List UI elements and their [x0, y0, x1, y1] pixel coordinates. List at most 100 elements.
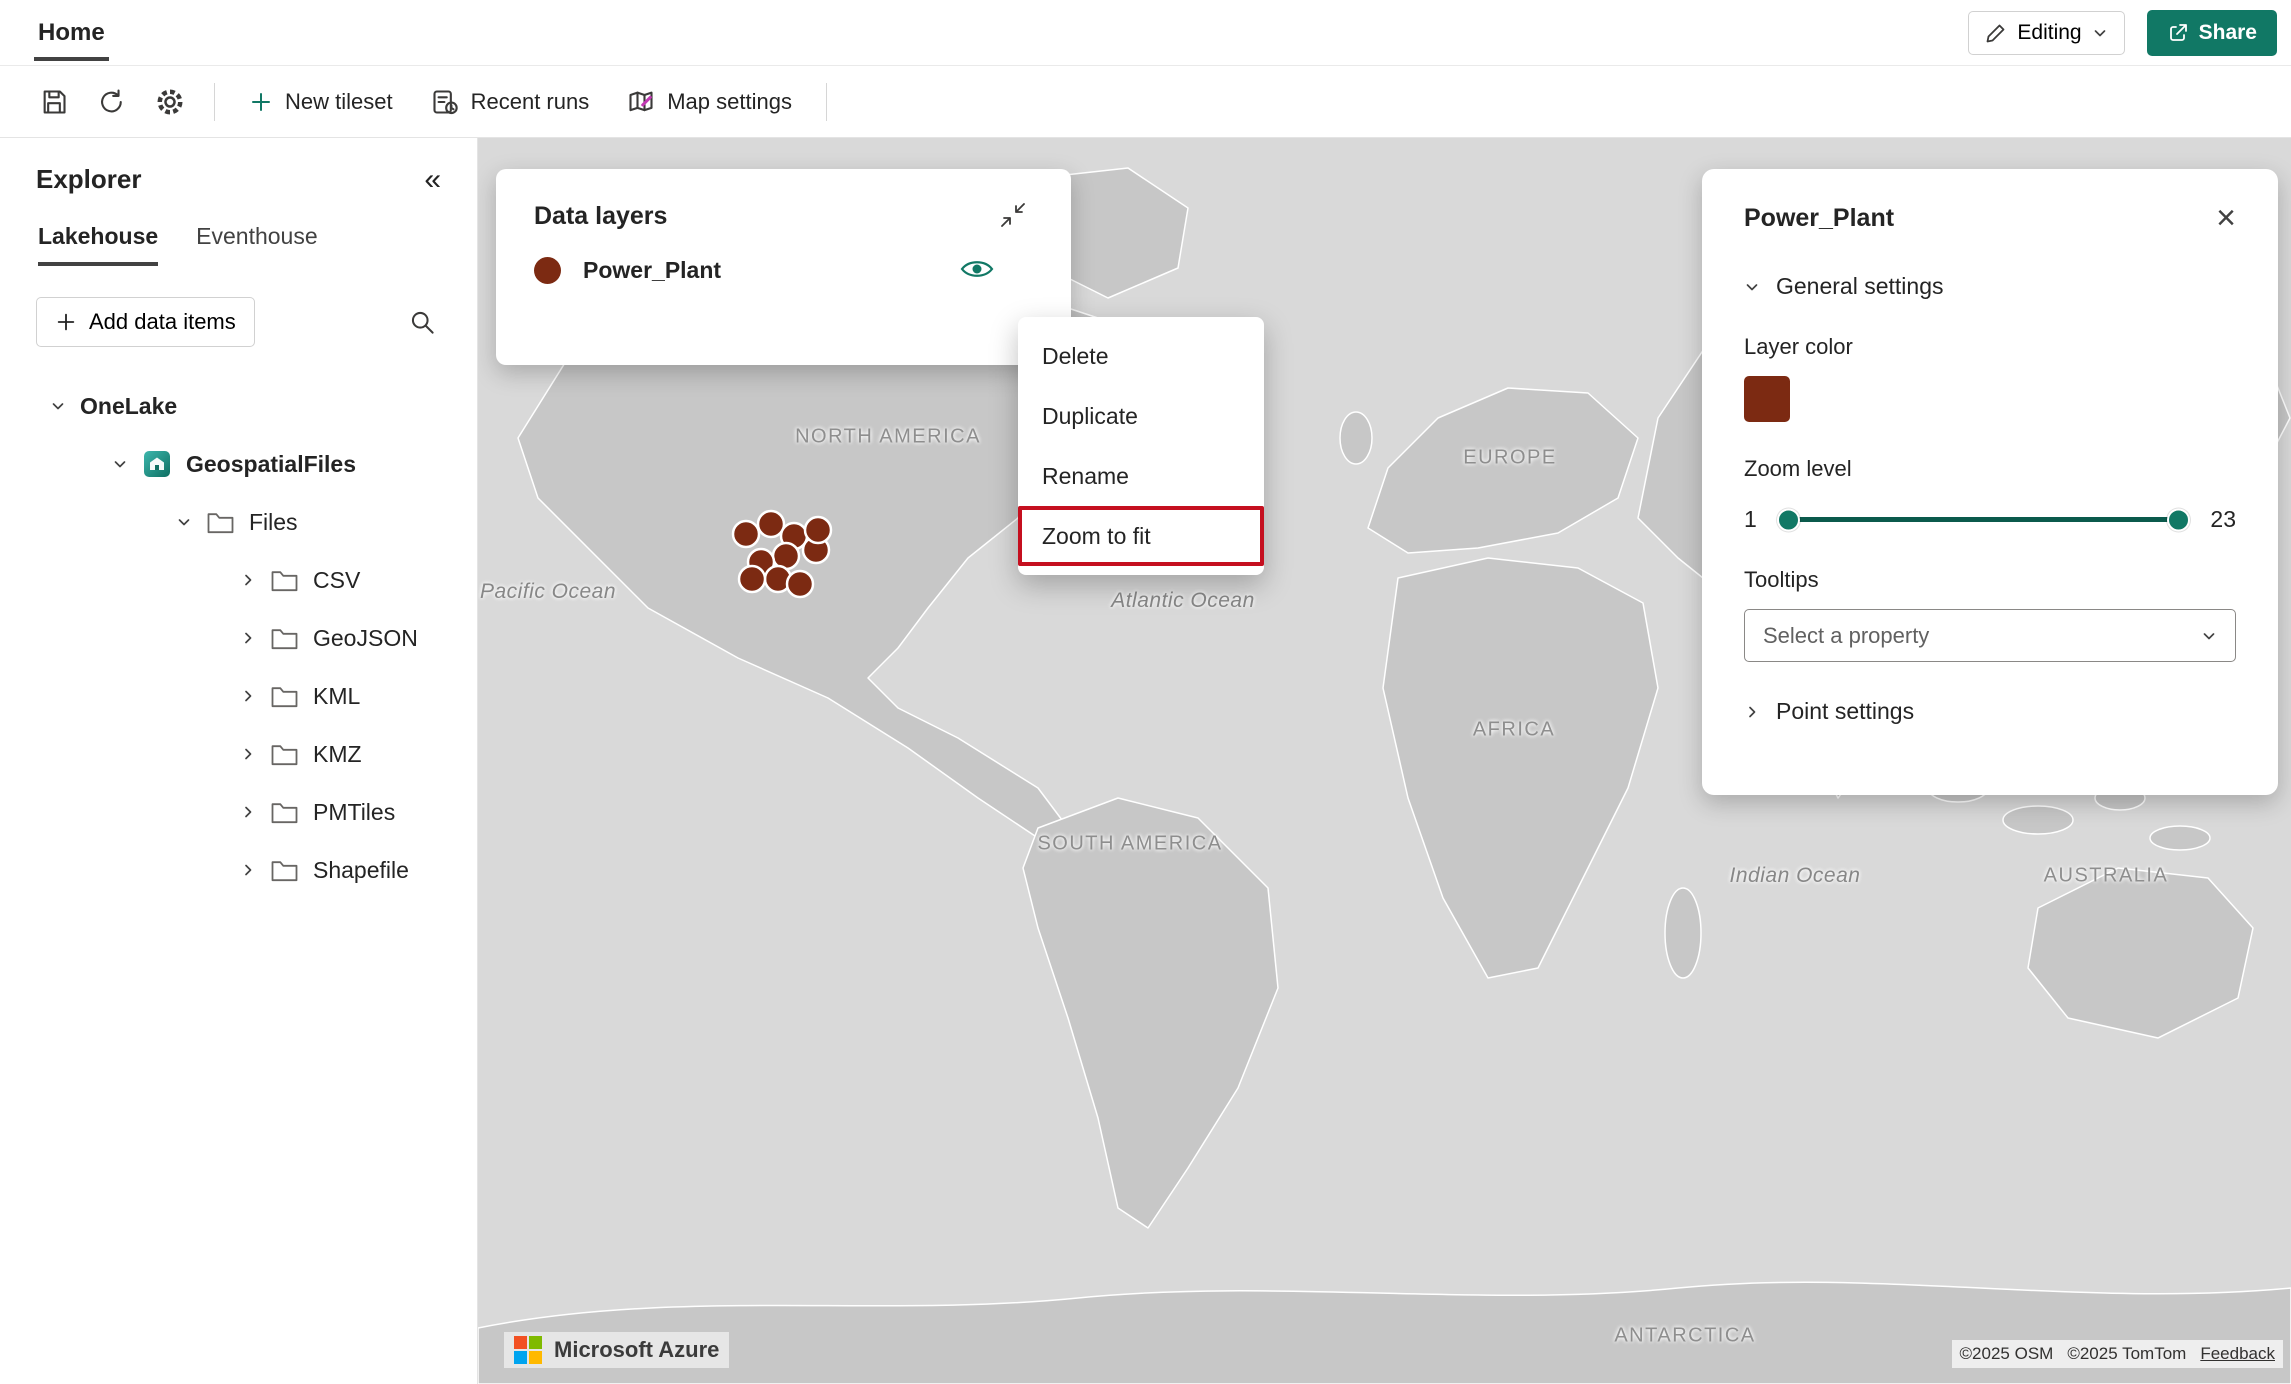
- menu-item-zoom-to-fit[interactable]: Zoom to fit: [1018, 506, 1264, 566]
- layer-list-item[interactable]: Power_Plant: [496, 255, 1071, 285]
- add-data-items-label: Add data items: [89, 309, 236, 335]
- explorer-tabs: Lakehouse Eventhouse: [0, 223, 477, 267]
- slider-thumb-min[interactable]: [1777, 508, 1800, 531]
- osm-attribution: ©2025 OSM: [1960, 1344, 2054, 1364]
- tab-home[interactable]: Home: [34, 5, 109, 61]
- new-tileset-label: New tileset: [285, 89, 393, 115]
- slider-track[interactable]: [1783, 517, 2185, 522]
- tree-item-geojson[interactable]: GeoJSON: [0, 609, 477, 667]
- chevron-right-icon: [1744, 704, 1760, 720]
- tree-label: OneLake: [80, 393, 177, 420]
- search-icon: [409, 309, 436, 336]
- recent-runs-label: Recent runs: [471, 89, 590, 115]
- tree-item-csv[interactable]: CSV: [0, 551, 477, 609]
- folder-icon: [270, 568, 299, 592]
- zoom-min-value: 1: [1744, 506, 1757, 533]
- chevron-down-icon: [176, 514, 192, 530]
- collapse-diagonal-icon: [999, 201, 1027, 229]
- editing-label: Editing: [2017, 21, 2081, 45]
- lakehouse-icon: [142, 449, 172, 479]
- map-label-south-america: SOUTH AMERICA: [1037, 833, 1222, 856]
- general-settings-section[interactable]: General settings: [1744, 273, 2236, 300]
- map-attribution: ©2025 OSM ©2025 TomTom Feedback: [1952, 1340, 2283, 1368]
- folder-icon: [270, 742, 299, 766]
- tooltips-property-select[interactable]: Select a property: [1744, 609, 2236, 662]
- tree-item-geospatialfiles[interactable]: GeospatialFiles: [0, 435, 477, 493]
- tree-label: CSV: [313, 567, 360, 594]
- feedback-link[interactable]: Feedback: [2200, 1344, 2275, 1364]
- folder-icon: [270, 858, 299, 882]
- save-button[interactable]: [28, 78, 80, 126]
- recent-runs-icon: [431, 88, 459, 116]
- chevron-down-icon: [1744, 279, 1760, 295]
- minimize-panel-button[interactable]: [993, 199, 1033, 233]
- tree-label: GeoJSON: [313, 625, 418, 652]
- explorer-sidebar: Explorer « Lakehouse Eventhouse Add data…: [0, 138, 478, 1384]
- close-icon[interactable]: ×: [2216, 201, 2236, 235]
- tree-label: KMZ: [313, 741, 362, 768]
- zoom-level-slider: 1 23: [1744, 506, 2236, 533]
- share-icon: [2167, 22, 2189, 44]
- map-canvas[interactable]: NORTH AMERICA Pacific Ocean Atlantic Oce…: [478, 138, 2291, 1384]
- tree-item-files[interactable]: Files: [0, 493, 477, 551]
- refresh-button[interactable]: [86, 78, 138, 126]
- menu-item-rename[interactable]: Rename: [1018, 446, 1264, 506]
- new-tileset-button[interactable]: New tileset: [233, 78, 409, 126]
- map-settings-icon: [627, 88, 655, 116]
- recent-runs-button[interactable]: Recent runs: [415, 78, 606, 126]
- layer-color-picker[interactable]: [1744, 376, 1790, 422]
- title-bar: Home Editing Share: [0, 0, 2291, 66]
- tree-item-onelake[interactable]: OneLake: [0, 377, 477, 435]
- tomtom-attribution: ©2025 TomTom: [2067, 1344, 2186, 1364]
- map-settings-button[interactable]: Map settings: [611, 78, 808, 126]
- menu-item-duplicate[interactable]: Duplicate: [1018, 386, 1264, 446]
- menu-item-delete[interactable]: Delete: [1018, 326, 1264, 386]
- collapse-sidebar-icon[interactable]: «: [424, 165, 441, 195]
- azure-logo-text: Microsoft Azure: [554, 1337, 719, 1363]
- plus-icon: [55, 311, 77, 333]
- add-data-items-button[interactable]: Add data items: [36, 297, 255, 347]
- chevron-right-icon: [240, 804, 256, 820]
- data-layers-panel: Data layers Power_Plant: [496, 169, 1071, 365]
- eye-icon: [959, 256, 995, 282]
- settings-button[interactable]: [144, 78, 196, 126]
- chevron-right-icon: [240, 862, 256, 878]
- properties-title: Power_Plant: [1744, 204, 1894, 233]
- chevron-down-icon: [2201, 628, 2217, 644]
- toolbar: New tileset Recent runs Map settings: [0, 66, 2291, 138]
- editing-mode-button[interactable]: Editing: [1968, 11, 2124, 55]
- layer-visibility-toggle[interactable]: [957, 255, 997, 285]
- map-label-europe: EUROPE: [1463, 447, 1556, 470]
- plus-icon: [249, 90, 273, 114]
- chevron-down-icon: [50, 398, 66, 414]
- tree-item-kmz[interactable]: KMZ: [0, 725, 477, 783]
- chevron-right-icon: [240, 572, 256, 588]
- file-tree: OneLake GeospatialFiles: [0, 377, 477, 899]
- search-button[interactable]: [397, 297, 447, 347]
- pencil-icon: [1985, 22, 2007, 44]
- gear-icon: [155, 87, 185, 117]
- tree-label: PMTiles: [313, 799, 395, 826]
- tree-item-pmtiles[interactable]: PMTiles: [0, 783, 477, 841]
- point-settings-section[interactable]: Point settings: [1744, 698, 2236, 725]
- slider-thumb-max[interactable]: [2167, 508, 2190, 531]
- titlebar-actions: Editing Share: [1968, 10, 2277, 56]
- chevron-down-icon: [2092, 25, 2108, 41]
- map-label-australia: AUSTRALIA: [2044, 865, 2169, 888]
- share-button[interactable]: Share: [2147, 10, 2277, 56]
- tooltips-placeholder: Select a property: [1763, 623, 1929, 649]
- folder-icon: [270, 684, 299, 708]
- tree-label: GeospatialFiles: [186, 451, 356, 478]
- tree-item-shapefile[interactable]: Shapefile: [0, 841, 477, 899]
- map-label-atlantic-ocean: Atlantic Ocean: [1111, 589, 1255, 613]
- data-layers-title: Data layers: [534, 202, 667, 231]
- tab-eventhouse[interactable]: Eventhouse: [196, 223, 317, 266]
- chevron-right-icon: [240, 688, 256, 704]
- map-label-north-america: NORTH AMERICA: [795, 426, 981, 449]
- azure-attribution: Microsoft Azure: [504, 1332, 729, 1368]
- tree-item-kml[interactable]: KML: [0, 667, 477, 725]
- tab-lakehouse[interactable]: Lakehouse: [38, 223, 158, 266]
- map-label-africa: AFRICA: [1473, 719, 1555, 742]
- toolbar-divider: [826, 83, 827, 121]
- map-label-pacific-ocean: Pacific Ocean: [480, 580, 616, 604]
